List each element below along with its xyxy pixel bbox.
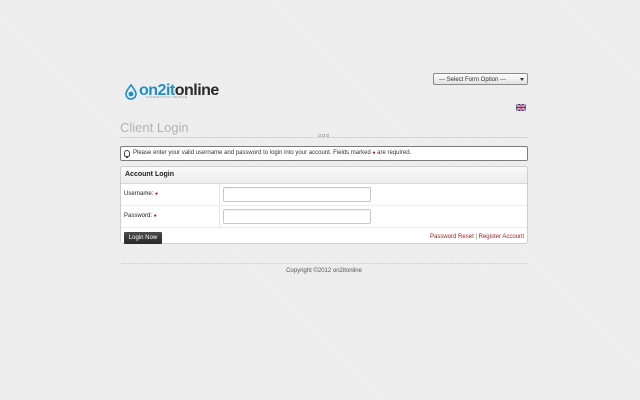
edge-mark: · [0,271,2,276]
chevron-down-icon [520,78,524,81]
panel-footer: Login Now Password Reset | Register Acco… [121,228,527,245]
notice-text-after: are required. [377,150,412,156]
uk-flag-icon[interactable] [515,98,527,112]
password-input[interactable] [223,209,371,224]
password-row: Password: ● [121,206,527,228]
notice-text-before: Please enter your valid username and pas… [133,150,371,156]
register-account-link[interactable]: Register Account [479,234,524,240]
panel-heading: Account Login [121,167,527,184]
lightbulb-icon [124,150,130,158]
login-button[interactable]: Login Now [124,232,162,244]
footer-divider [120,263,528,265]
account-login-panel: Account Login Username: ● Password: ● Lo… [120,166,528,244]
username-row: Username: ● [121,184,527,206]
form-option-selected: --- Select Form Option --- [439,77,507,83]
link-separator: | [475,234,477,240]
required-marker: ● [155,191,159,197]
divider-ornament [316,134,331,137]
info-notice: Please enter your valid username and pas… [120,146,528,161]
username-label: Username: ● [124,191,159,197]
copyright-text: Copyright ©2012 on2itonline [286,268,362,274]
logo-tagline: CONNECTING PEOPLE [146,95,188,99]
password-reset-link[interactable]: Password Reset [430,234,474,240]
field-divider [219,206,220,227]
required-marker: ● [153,213,157,219]
page-title: Client Login [120,120,189,135]
page: · on2itonline CONNECTING PEOPLE --- Sele… [0,0,640,400]
username-input[interactable] [223,187,371,202]
account-links: Password Reset | Register Account [430,234,524,240]
drop-globe-icon [124,83,138,100]
required-marker: ● [372,150,376,156]
title-divider [120,137,528,138]
password-label: Password: ● [124,213,157,219]
site-logo[interactable]: on2itonline CONNECTING PEOPLE [124,80,219,102]
field-divider [219,184,220,205]
form-option-select[interactable]: --- Select Form Option --- [433,73,528,85]
